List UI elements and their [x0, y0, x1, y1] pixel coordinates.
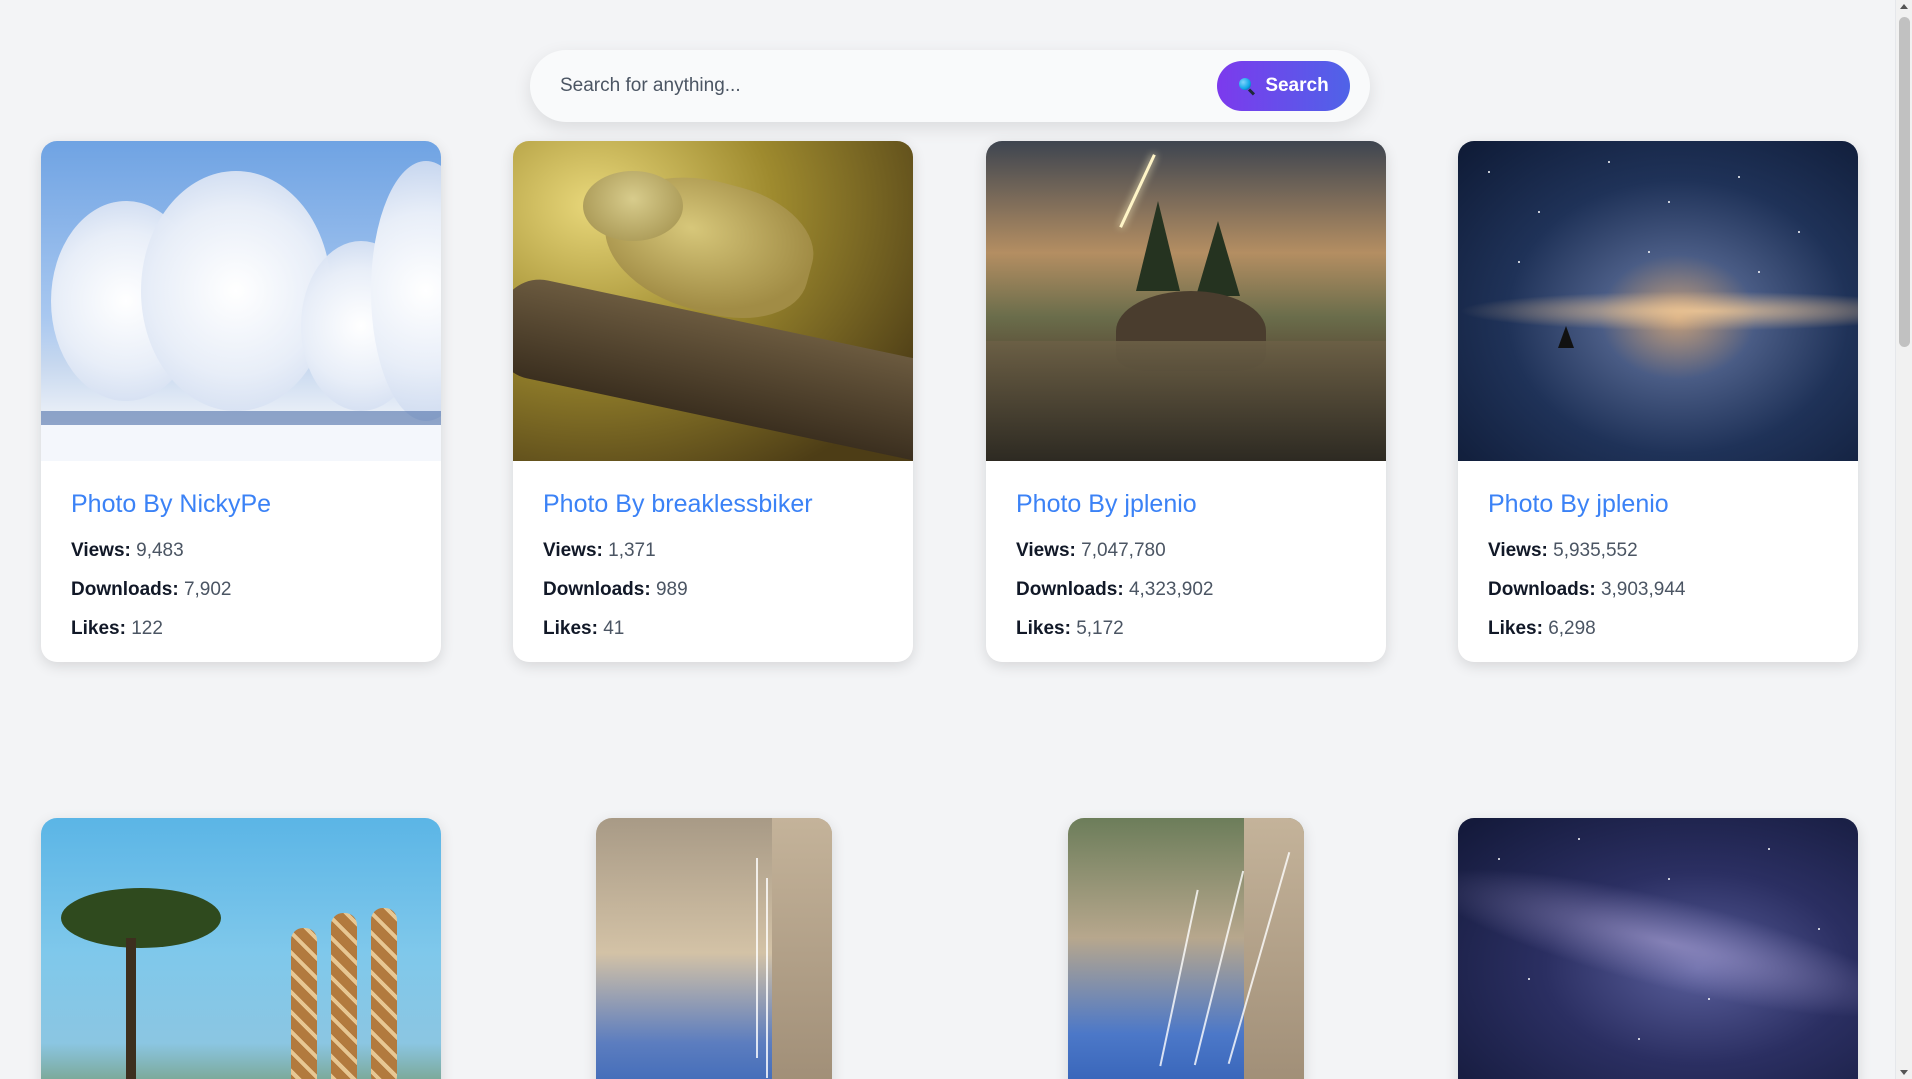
downloads-stat: Downloads: 7,902 — [71, 578, 411, 601]
likes-value: 122 — [131, 617, 163, 639]
card-info: Photo By NickyPe Views: 9,483 Downloads:… — [41, 461, 441, 662]
downloads-label: Downloads: — [1016, 578, 1124, 600]
views-stat: Views: 1,371 — [543, 540, 883, 562]
page: Search Photo By NickyPe Views: 9,483 Dow… — [0, 0, 1895, 1079]
downloads-value: 4,323,902 — [1128, 578, 1214, 600]
views-stat: Views: 9,483 — [71, 540, 411, 562]
views-label: Views: — [1488, 540, 1548, 561]
card-info: Photo By breaklessbiker Views: 1,371 Dow… — [513, 461, 913, 662]
photo-image-fountain[interactable] — [1068, 818, 1304, 1079]
photo-image-milky-way[interactable] — [1458, 818, 1858, 1079]
scrollbar-thumb[interactable] — [1899, 17, 1910, 347]
views-stat: Views: 5,935,552 — [1488, 540, 1828, 562]
photo-image-snowy-trees[interactable] — [41, 141, 441, 461]
downloads-stat: Downloads: 989 — [543, 578, 883, 601]
photo-image-lizard[interactable] — [513, 141, 913, 461]
card-title[interactable]: Photo By breaklessbiker — [543, 489, 883, 519]
photo-grid: Photo By NickyPe Views: 9,483 Downloads:… — [0, 0, 1895, 1079]
downloads-label: Downloads: — [543, 578, 651, 600]
views-stat: Views: 7,047,780 — [1016, 540, 1356, 562]
likes-stat: Likes: 122 — [71, 617, 411, 640]
views-value: 9,483 — [136, 540, 184, 561]
downloads-label: Downloads: — [71, 578, 179, 600]
downloads-value: 3,903,944 — [1600, 578, 1686, 600]
photo-image-boy-fountain[interactable] — [596, 818, 832, 1079]
photo-image-giraffes[interactable] — [41, 818, 441, 1079]
card-info: Photo By jplenio Views: 7,047,780 Downlo… — [986, 461, 1386, 662]
downloads-stat: Downloads: 4,323,902 — [1016, 578, 1356, 601]
photo-card[interactable] — [1068, 818, 1304, 1079]
likes-label: Likes: — [1016, 617, 1071, 639]
likes-stat: Likes: 5,172 — [1016, 617, 1356, 640]
photo-card[interactable]: Photo By jplenio Views: 7,047,780 Downlo… — [986, 141, 1386, 662]
likes-stat: Likes: 6,298 — [1488, 617, 1828, 640]
photo-image-night-sea[interactable] — [1458, 141, 1858, 461]
likes-label: Likes: — [543, 617, 598, 639]
likes-value: 6,298 — [1548, 617, 1596, 639]
views-value: 1,371 — [608, 540, 656, 561]
likes-value: 5,172 — [1076, 617, 1124, 639]
downloads-value: 7,902 — [183, 578, 232, 600]
likes-value: 41 — [603, 617, 625, 639]
photo-card[interactable]: Photo By breaklessbiker Views: 1,371 Dow… — [513, 141, 913, 662]
photo-card[interactable] — [1458, 818, 1858, 1079]
card-title[interactable]: Photo By jplenio — [1016, 489, 1356, 519]
views-label: Views: — [543, 540, 603, 561]
views-label: Views: — [1016, 540, 1076, 561]
page-scrollbar[interactable] — [1895, 0, 1912, 1079]
downloads-stat: Downloads: 3,903,944 — [1488, 578, 1828, 601]
downloads-label: Downloads: — [1488, 578, 1596, 600]
photo-card[interactable] — [596, 818, 832, 1079]
scroll-down-arrow-icon[interactable] — [1900, 1070, 1908, 1075]
downloads-value: 989 — [655, 578, 688, 600]
card-title[interactable]: Photo By NickyPe — [71, 489, 411, 519]
scroll-up-arrow-icon[interactable] — [1900, 4, 1908, 9]
photo-card[interactable]: Photo By NickyPe Views: 9,483 Downloads:… — [41, 141, 441, 662]
photo-card[interactable] — [41, 818, 441, 1079]
card-title[interactable]: Photo By jplenio — [1488, 489, 1828, 519]
views-value: 7,047,780 — [1081, 540, 1166, 561]
likes-label: Likes: — [1488, 617, 1543, 639]
likes-label: Likes: — [71, 617, 126, 639]
photo-card[interactable]: Photo By jplenio Views: 5,935,552 Downlo… — [1458, 141, 1858, 662]
card-info: Photo By jplenio Views: 5,935,552 Downlo… — [1458, 461, 1858, 662]
views-value: 5,935,552 — [1553, 540, 1638, 561]
likes-stat: Likes: 41 — [543, 617, 883, 640]
photo-image-lake-island[interactable] — [986, 141, 1386, 461]
views-label: Views: — [71, 540, 131, 561]
